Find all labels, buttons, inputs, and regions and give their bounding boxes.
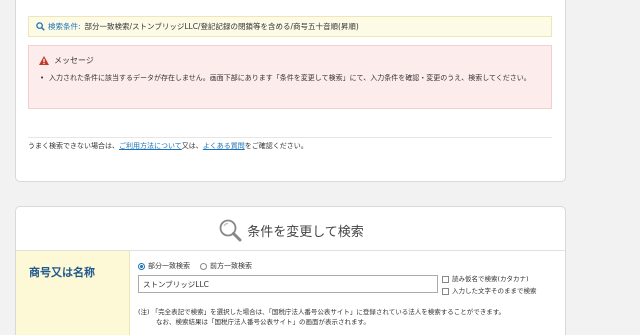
change-search-header: 条件を変更して検索	[16, 217, 565, 243]
search-condition-bar: 検索条件: 部分一致検索/ストンブリッジLLC/登記記録の閉鎖等を含める/商号五…	[28, 16, 552, 37]
note-line-2: なお、検索結果は「国税庁法人番号公表サイト」の画面が表示されます。	[156, 318, 370, 326]
company-name-label-cell: 商号又は名称	[16, 251, 130, 335]
exact-input-checkbox[interactable]: 入力した文字そのままで検索	[442, 285, 537, 297]
message-header: メッセージ	[39, 55, 94, 66]
usage-guide-link[interactable]: ご利用方法について	[119, 142, 182, 150]
help-suffix: をご確認ください。	[244, 142, 308, 150]
company-name-label: 商号又は名称	[29, 266, 95, 279]
message-body: • 入力された条件に該当するデータが存在しません。画面下部にあります「条件を変更…	[40, 73, 544, 84]
search-condition-value: 部分一致検索/ストンブリッジLLC/登記記録の閉鎖等を含める/商号五十音順(昇順…	[84, 22, 359, 31]
warning-icon	[39, 56, 49, 65]
message-title: メッセージ	[54, 56, 94, 65]
message-text: 入力された条件に該当するデータが存在しません。画面下部にあります「条件を変更して…	[49, 74, 531, 82]
checkbox[interactable]	[442, 275, 449, 283]
search-icon	[36, 22, 45, 31]
help-mid: 又は、	[181, 142, 203, 150]
partial-match-radio[interactable]: 部分一致検索	[138, 261, 190, 271]
divider	[28, 137, 552, 138]
exact-input-label: 入力した文字そのままで検索	[452, 287, 537, 295]
help-text: うまく検索できない場合は、ご利用方法について又は、よくある質問をご確認ください。	[28, 141, 308, 151]
note-line-1: (注) 「完全表記で検索」を選択した場合は、「国税庁法人番号公表サイト」に登録さ…	[138, 308, 506, 316]
large-search-icon	[219, 219, 242, 242]
radio-selected[interactable]	[138, 262, 145, 270]
error-message-box: メッセージ • 入力された条件に該当するデータが存在しません。画面下部にあります…	[28, 45, 552, 109]
search-result-panel: 検索条件: 部分一致検索/ストンブリッジLLC/登記記録の閉鎖等を含める/商号五…	[15, 0, 566, 182]
radio-unselected[interactable]	[200, 262, 207, 270]
search-condition-label: 検索条件:	[48, 22, 81, 31]
faq-link[interactable]: よくある質問	[203, 142, 245, 150]
search-options: 読み仮名で検索(カタカナ) 入力した文字そのままで検索	[442, 273, 537, 297]
change-search-panel: 条件を変更して検索 商号又は名称 部分一致検索 前方一致検索 読み仮名で検索(カ…	[15, 206, 566, 335]
prefix-match-label: 前方一致検索	[210, 262, 252, 270]
help-prefix: うまく検索できない場合は、	[28, 142, 119, 150]
partial-match-label: 部分一致検索	[148, 262, 190, 270]
company-name-input[interactable]	[138, 275, 438, 293]
change-search-title: 条件を変更して検索	[247, 224, 364, 240]
match-type-radio-group: 部分一致検索 前方一致検索	[138, 261, 262, 271]
search-note: (注) 「完全表記で検索」を選択した場合は、「国税庁法人番号公表サイト」に登録さ…	[138, 307, 558, 327]
bullet: •	[40, 74, 45, 82]
prefix-match-radio[interactable]: 前方一致検索	[200, 261, 252, 271]
kana-search-label: 読み仮名で検索(カタカナ)	[452, 275, 529, 283]
checkbox[interactable]	[442, 287, 449, 295]
kana-search-checkbox[interactable]: 読み仮名で検索(カタカナ)	[442, 273, 537, 285]
